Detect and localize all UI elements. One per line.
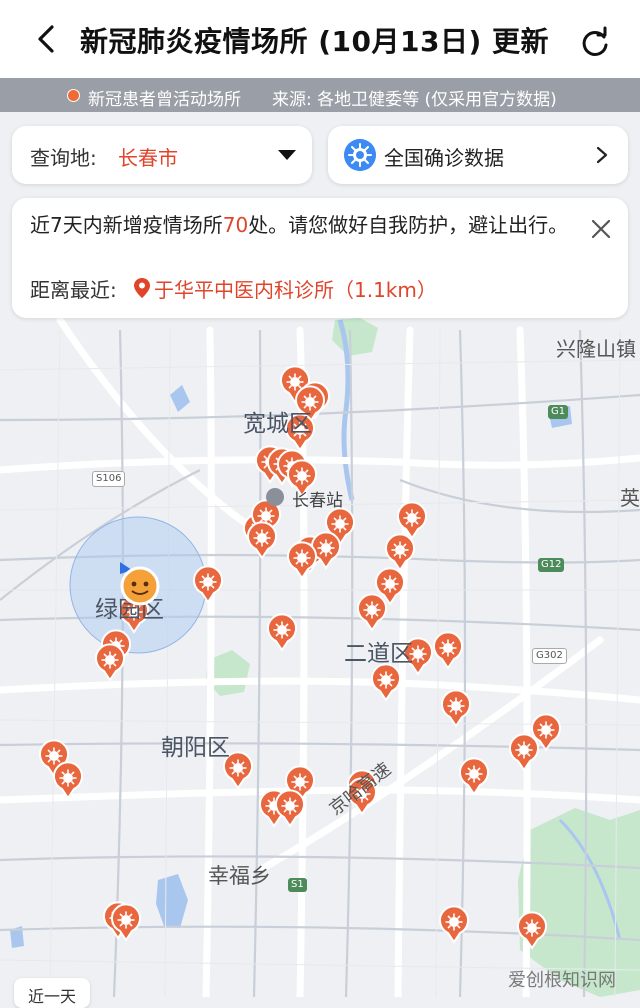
- outbreak-marker-icon[interactable]: [459, 757, 489, 796]
- label-xinglong: 兴隆山镇: [556, 337, 636, 361]
- time-range-tab[interactable]: 近一天: [14, 978, 90, 1008]
- outbreak-marker-icon[interactable]: [95, 643, 125, 682]
- nearest-place-link[interactable]: 于华平中医内科诊所（1.1km）: [154, 274, 437, 303]
- notice-suffix: 处。请您做好自我防护，避让出行。: [248, 213, 569, 237]
- outbreak-marker-icon[interactable]: [247, 521, 277, 560]
- train-station-icon: [266, 488, 284, 506]
- notice-card: 近7天内新增疫情场所70处。请您做好自我防护，避让出行。 距离最近: 于华平中医…: [12, 198, 628, 318]
- label-erdao: 二道区: [344, 641, 413, 667]
- legend-dot-icon: [67, 89, 80, 102]
- page-title: 新冠肺炎疫情场所 (10月13日) 更新: [80, 25, 550, 58]
- query-city: 长春市: [118, 146, 178, 170]
- road-shield-g1: G1: [548, 405, 569, 419]
- national-data-label: 全国确诊数据: [384, 146, 504, 170]
- label-changchun-station: 长春站: [292, 491, 343, 511]
- notice-prefix: 近7天内新增疫情场所: [30, 213, 223, 237]
- label-xingfu: 幸福乡: [208, 864, 271, 888]
- outbreak-marker-icon[interactable]: [509, 733, 539, 772]
- label-ying: 英: [620, 486, 640, 510]
- road-shield-g302: G302: [532, 648, 567, 664]
- outbreak-marker-icon[interactable]: [267, 613, 297, 652]
- label-chaoyang: 朝阳区: [161, 735, 230, 761]
- outbreak-marker-icon[interactable]: [441, 689, 471, 728]
- road-shield-s1: S1: [288, 878, 307, 892]
- outbreak-marker-icon[interactable]: [433, 631, 463, 670]
- outbreak-marker-icon[interactable]: [439, 905, 469, 944]
- data-source: 来源: 各地卫健委等 (仅采用官方数据): [272, 90, 557, 110]
- chevron-right-icon: [596, 146, 608, 164]
- watermark-text: 爱创根知识网: [508, 970, 616, 991]
- query-location-selector[interactable]: 查询地: 长春市: [12, 126, 312, 184]
- dropdown-caret-icon: [278, 150, 296, 160]
- my-location-icon[interactable]: [114, 560, 162, 608]
- outbreak-marker-icon[interactable]: [193, 565, 223, 604]
- outbreak-marker-icon[interactable]: [397, 501, 427, 540]
- notice-text: 近7天内新增疫情场所70处。请您做好自我防护，避让出行。: [30, 212, 570, 239]
- refresh-icon[interactable]: [578, 26, 612, 60]
- outbreak-marker-icon[interactable]: [371, 663, 401, 702]
- outbreak-marker-icon[interactable]: [275, 789, 305, 828]
- location-pin-icon: [134, 278, 150, 298]
- time-range-label: 近一天: [28, 987, 77, 1006]
- outbreak-marker-icon[interactable]: [287, 541, 317, 580]
- legend-label: 新冠患者曾活动场所: [88, 90, 241, 110]
- legend-bar: 新冠患者曾活动场所 来源: 各地卫健委等 (仅采用官方数据): [0, 78, 640, 112]
- virus-icon: [344, 139, 376, 171]
- nearest-label: 距离最近:: [30, 278, 117, 302]
- app-header: 新冠肺炎疫情场所 (10月13日) 更新: [0, 0, 640, 78]
- road-shield-g12: G12: [538, 558, 565, 572]
- label-kuancheng: 宽城区: [243, 411, 312, 437]
- national-data-button[interactable]: 全国确诊数据: [328, 126, 628, 184]
- close-icon[interactable]: [588, 216, 614, 242]
- query-label: 查询地:: [30, 146, 97, 170]
- outbreak-marker-icon[interactable]: [53, 761, 83, 800]
- notice-count: 70: [222, 213, 249, 237]
- outbreak-marker-icon[interactable]: [385, 533, 415, 572]
- outbreak-marker-icon[interactable]: [517, 911, 547, 950]
- road-shield-s106: S106: [92, 471, 126, 487]
- outbreak-marker-icon[interactable]: [357, 593, 387, 632]
- back-arrow-icon[interactable]: [30, 22, 64, 56]
